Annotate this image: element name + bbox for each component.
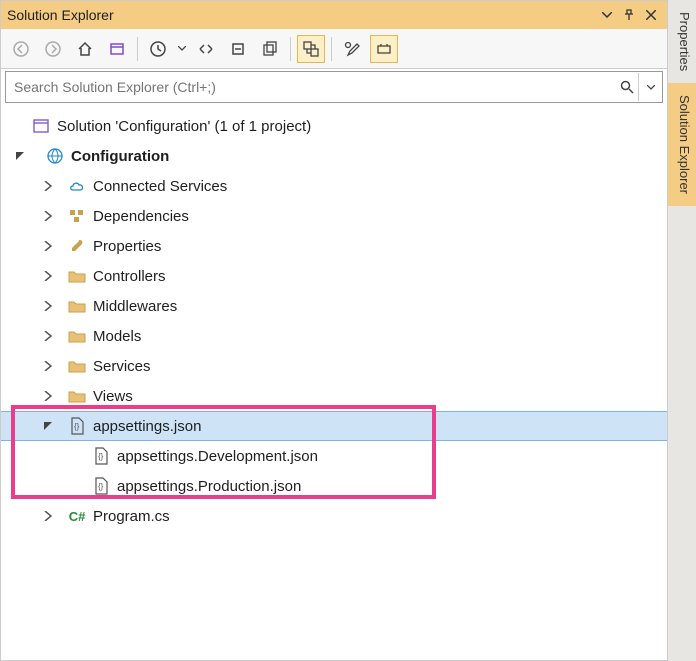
csharp-file-icon: C# xyxy=(67,506,87,526)
expander-closed-icon[interactable] xyxy=(41,179,55,193)
panel-title: Solution Explorer xyxy=(7,7,595,23)
label: appsettings.Production.json xyxy=(117,478,301,495)
json-file-icon: {} xyxy=(91,476,111,496)
home-button[interactable] xyxy=(71,35,99,63)
csharp-web-icon xyxy=(45,146,65,166)
svg-text:{}: {} xyxy=(74,422,80,431)
search-input[interactable] xyxy=(6,79,614,95)
folder-icon xyxy=(67,266,87,286)
preview-selected-button[interactable] xyxy=(297,35,325,63)
label: Views xyxy=(93,388,133,405)
toolbar xyxy=(1,29,667,69)
svg-text:{}: {} xyxy=(98,482,104,491)
titlebar: Solution Explorer xyxy=(1,1,667,29)
forward-button[interactable] xyxy=(39,35,67,63)
expander-closed-icon[interactable] xyxy=(41,269,55,283)
expander-closed-icon[interactable] xyxy=(41,299,55,313)
solution-icon xyxy=(31,116,51,136)
back-button[interactable] xyxy=(7,35,35,63)
search-bar xyxy=(5,71,663,103)
search-dropdown-icon[interactable] xyxy=(638,73,662,101)
expander-closed-icon[interactable] xyxy=(41,239,55,253)
dropdown-button[interactable] xyxy=(176,35,188,63)
label: Dependencies xyxy=(93,208,189,225)
separator xyxy=(331,37,332,61)
cloud-icon xyxy=(67,176,87,196)
appsettings-dev-node[interactable]: {} appsettings.Development.json xyxy=(1,441,667,471)
folder-icon xyxy=(67,326,87,346)
label: appsettings.json xyxy=(93,418,201,435)
appsettings-prod-node[interactable]: {} appsettings.Production.json xyxy=(1,471,667,501)
pending-changes-button[interactable] xyxy=(144,35,172,63)
folder-icon xyxy=(67,356,87,376)
label: Configuration xyxy=(71,148,169,165)
solution-node[interactable]: Solution 'Configuration' (1 of 1 project… xyxy=(1,111,667,141)
wrench-icon xyxy=(67,236,87,256)
properties-button[interactable] xyxy=(338,35,366,63)
connected-services-node[interactable]: Connected Services xyxy=(1,171,667,201)
expander-closed-icon[interactable] xyxy=(41,329,55,343)
close-icon[interactable] xyxy=(641,5,661,25)
label: Program.cs xyxy=(93,508,170,525)
expander-closed-icon[interactable] xyxy=(41,359,55,373)
collapse-all-button[interactable] xyxy=(224,35,252,63)
label: Solution 'Configuration' (1 of 1 project… xyxy=(57,118,311,135)
solution-explorer-panel: Solution Explorer Solution 'Configuratio… xyxy=(0,0,668,661)
views-node[interactable]: Views xyxy=(1,381,667,411)
json-file-icon: {} xyxy=(91,446,111,466)
appsettings-node[interactable]: {} appsettings.json xyxy=(1,411,667,441)
label: Middlewares xyxy=(93,298,177,315)
folder-icon xyxy=(67,296,87,316)
label: appsettings.Development.json xyxy=(117,448,318,465)
folder-icon xyxy=(67,386,87,406)
program-node[interactable]: C# Program.cs xyxy=(1,501,667,531)
services-node[interactable]: Services xyxy=(1,351,667,381)
svg-text:{}: {} xyxy=(98,452,104,461)
dependencies-icon xyxy=(67,206,87,226)
models-node[interactable]: Models xyxy=(1,321,667,351)
pin-icon[interactable] xyxy=(619,5,639,25)
expander-closed-icon[interactable] xyxy=(41,509,55,523)
label: Controllers xyxy=(93,268,166,285)
show-all-files-button[interactable] xyxy=(256,35,284,63)
expander-closed-icon[interactable] xyxy=(41,209,55,223)
label: Models xyxy=(93,328,141,345)
separator xyxy=(137,37,138,61)
preview-button[interactable] xyxy=(370,35,398,63)
separator xyxy=(290,37,291,61)
tree: Solution 'Configuration' (1 of 1 project… xyxy=(1,107,667,660)
expander-open-icon[interactable] xyxy=(41,419,55,433)
search-icon[interactable] xyxy=(614,73,638,101)
sync-button[interactable] xyxy=(192,35,220,63)
switch-views-button[interactable] xyxy=(103,35,131,63)
json-file-icon: {} xyxy=(67,416,87,436)
expander-open-icon[interactable] xyxy=(13,149,27,163)
tab-properties[interactable]: Properties xyxy=(668,0,696,83)
controllers-node[interactable]: Controllers xyxy=(1,261,667,291)
middlewares-node[interactable]: Middlewares xyxy=(1,291,667,321)
label: Properties xyxy=(93,238,161,255)
label: Connected Services xyxy=(93,178,227,195)
expander-blank xyxy=(13,119,27,133)
properties-node[interactable]: Properties xyxy=(1,231,667,261)
expander-closed-icon[interactable] xyxy=(41,389,55,403)
project-node[interactable]: Configuration xyxy=(1,141,667,171)
tab-solution-explorer[interactable]: Solution Explorer xyxy=(668,83,696,206)
dependencies-node[interactable]: Dependencies xyxy=(1,201,667,231)
side-tab-strip: Properties Solution Explorer xyxy=(668,0,696,661)
label: Services xyxy=(93,358,151,375)
dropdown-icon[interactable] xyxy=(597,5,617,25)
